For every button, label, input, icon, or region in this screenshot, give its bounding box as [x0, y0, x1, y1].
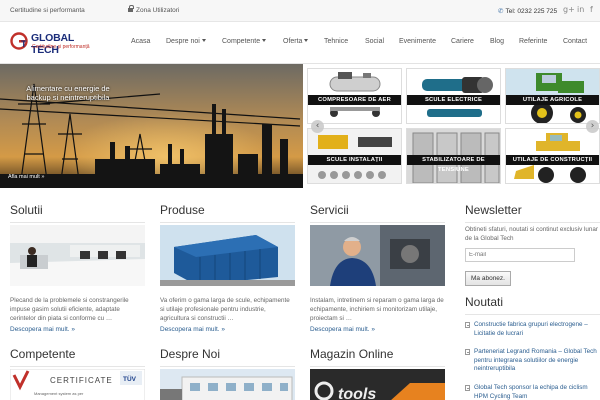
read-more-link[interactable]: Descopera mai mult. » — [310, 326, 375, 333]
section-produse: Produse Va oferim o gama larga de scule,… — [160, 203, 295, 335]
newsletter-text: Obtineti sfaturi, noutati si continut ex… — [465, 226, 599, 242]
product-tile-label: STABILIZATOARE DE TENSIUNE — [407, 155, 500, 173]
sidebar: Newsletter Obtineti sfaturi, noutati si … — [465, 203, 600, 400]
nav-contact[interactable]: Contact — [563, 38, 587, 45]
section-text: Instalam, intretinem si reparam o gama l… — [310, 297, 444, 322]
certificate-text: CERTIFICATE — [50, 376, 113, 385]
product-tile-label: SCULE INSTALAȚII — [308, 155, 401, 165]
site-header: T GLOBAL TECH Certitudine și performanță… — [0, 22, 600, 64]
section-competente: Competente CERTIFICATE Management system… — [10, 347, 145, 400]
logo-subtitle: Certitudine și performanță — [32, 44, 90, 50]
building-image — [160, 369, 295, 400]
hero-banner[interactable]: Alimentare cu energie de backup si neint… — [0, 64, 303, 188]
document-icon — [465, 349, 470, 355]
linkedin-icon[interactable]: in — [577, 5, 584, 14]
chevron-down-icon — [304, 39, 309, 42]
newsletter-title: Newsletter — [465, 203, 600, 223]
hero-caption: Alimentare cu energie de backup si neint… — [26, 84, 110, 102]
carousel-next-button[interactable]: › — [586, 120, 599, 133]
product-tile-compresoare[interactable]: COMPRESOARE DE AER — [307, 68, 402, 124]
read-more-link[interactable]: Descopera mai mult. » — [10, 326, 75, 333]
section-title: Solutii — [10, 203, 145, 223]
tagline: Certitudine si performanta — [10, 7, 85, 14]
nav-evenimente[interactable]: Evenimente — [399, 38, 436, 45]
section-title: Produse — [160, 203, 295, 223]
nav-referinte[interactable]: Referinte — [519, 38, 547, 45]
section-magazin-online: Magazin Online tools — [310, 347, 445, 400]
top-bar: Certitudine si performanta Zona Utilizat… — [0, 0, 600, 22]
nav-social[interactable]: Social — [365, 38, 384, 45]
news-item[interactable]: Constructie fabrica grupuri electrogene … — [465, 321, 600, 338]
certificate-image: CERTIFICATE Management system as per TÜV — [10, 369, 145, 400]
news-item[interactable]: Parteneriat Legrand Romania – Global Tec… — [465, 348, 600, 374]
section-title: Servicii — [310, 203, 445, 223]
noutati-title: Noutati — [465, 295, 600, 315]
document-icon — [465, 385, 470, 391]
product-tile-label: UTILAJE AGRICOLE — [506, 95, 599, 105]
user-zone-link[interactable]: Zona Utilizatori — [128, 5, 179, 14]
nav-cariere[interactable]: Cariere — [451, 38, 474, 45]
google-plus-icon[interactable]: g+ — [563, 5, 575, 14]
tuv-logo: TÜV — [123, 374, 137, 383]
hero-more-link[interactable]: Afla mai mult » — [8, 174, 44, 180]
chevron-down-icon — [262, 39, 267, 42]
product-tile-label: COMPRESOARE DE AER — [308, 95, 401, 105]
section-text: Va oferim o gama larga de scule, echipam… — [160, 297, 290, 322]
product-tile-scule-electrice[interactable]: SCULE ELECTRICE — [406, 68, 501, 124]
logo-mark-icon: T — [10, 32, 28, 50]
product-carousel: COMPRESOARE DE AER SCULE ELECTRICE UTILA… — [303, 64, 600, 188]
office-image — [10, 225, 145, 286]
substation-image — [0, 64, 303, 188]
lock-icon — [128, 5, 134, 12]
shop-logo-text: tools — [338, 386, 376, 400]
section-text: Plecand de la problemele si constrangeri… — [10, 297, 129, 322]
section-solutii: Solutii Plecand de la problemele si cons… — [10, 203, 145, 335]
section-title: Despre Noi — [160, 347, 295, 367]
nav-oferta[interactable]: Oferta — [283, 38, 309, 45]
section-title: Competente — [10, 347, 145, 367]
subscribe-button[interactable]: Ma abonez. — [465, 271, 511, 286]
chevron-down-icon — [201, 39, 206, 42]
carousel-prev-button[interactable]: ‹ — [311, 120, 324, 133]
product-tile-utilaje-agricole[interactable]: UTILAJE AGRICOLE — [505, 68, 600, 124]
nav-acasa[interactable]: Acasa — [131, 38, 150, 45]
section-title: Magazin Online — [310, 347, 445, 367]
shop-logo-image[interactable]: tools — [310, 369, 445, 400]
logo[interactable]: T GLOBAL TECH Certitudine și performanță — [10, 31, 98, 56]
certificate-subtext: Management system as per — [34, 391, 84, 396]
nav-blog[interactable]: Blog — [490, 38, 504, 45]
newsletter-email-input[interactable] — [465, 248, 575, 262]
product-tile-utilaje-constructii[interactable]: UTILAJE DE CONSTRUCȚII — [505, 128, 600, 184]
section-servicii: Servicii Instalam, intretinem si reparam… — [310, 203, 445, 335]
section-despre-noi: Despre Noi — [160, 347, 295, 400]
news-item[interactable]: Global Tech sponsor la echipa de ciclism… — [465, 384, 600, 400]
product-tile-scule-instalatii[interactable]: SCULE INSTALAȚII — [307, 128, 402, 184]
container-image — [160, 225, 295, 286]
phone-icon: ✆ — [498, 8, 504, 15]
facebook-icon[interactable]: f — [590, 5, 593, 14]
phone-number: ✆ Tel: 0232 225 725 — [498, 8, 558, 15]
product-tile-label: SCULE ELECTRICE — [407, 95, 500, 105]
nav-competente[interactable]: Competente — [222, 38, 267, 45]
product-tile-label: UTILAJE DE CONSTRUCȚII — [506, 155, 599, 165]
read-more-link[interactable]: Descopera mai mult. » — [160, 326, 225, 333]
svg-text:T: T — [21, 39, 27, 49]
nav-despre-noi[interactable]: Despre noi — [166, 38, 206, 45]
document-icon — [465, 322, 470, 328]
product-tile-stabilizatoare[interactable]: STABILIZATOARE DE TENSIUNE — [406, 128, 501, 184]
nav-tehnice[interactable]: Tehnice — [324, 38, 348, 45]
technician-image — [310, 225, 445, 286]
